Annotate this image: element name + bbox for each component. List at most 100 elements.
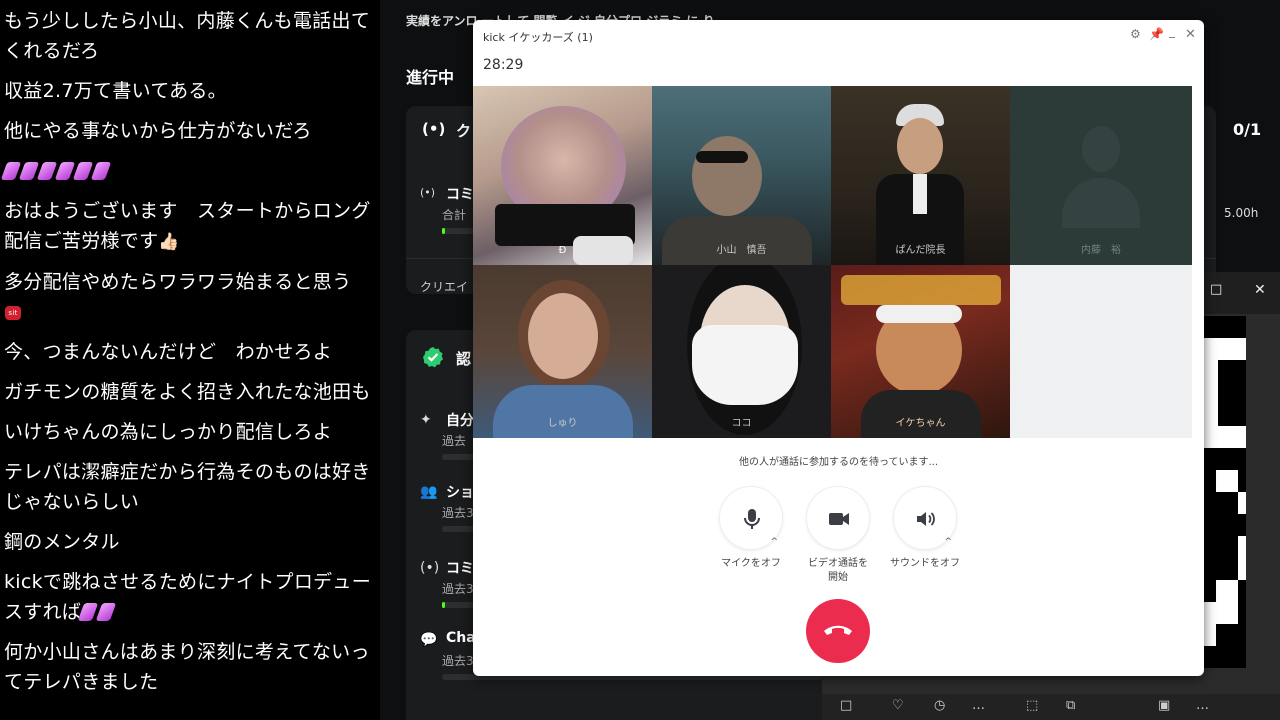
call-window-title: kick イケッカーズ (1) (483, 31, 593, 44)
participant-tile[interactable]: ぱんだ院長 (831, 86, 1010, 265)
close-icon[interactable]: ✕ (1185, 27, 1196, 42)
participant-grid: Ð 小山 慎吾 ぱんだ院長 内藤 裕 しゅり ココ イケちゃん (473, 86, 1192, 438)
card1-row-label: コミ (446, 187, 474, 203)
chat-message-text: 多分配信やめたらワラワラ始まると思う (4, 271, 352, 293)
mic-options-caret[interactable]: ^ (770, 537, 778, 547)
achievement-row-icon: 💬 (420, 632, 438, 648)
maximize-icon[interactable]: □ (1210, 282, 1222, 297)
chat-message-text: 何か小山さんはあまり深刻に考えてないってテレパきました (4, 641, 370, 693)
qr-window-toolbar: □ ♡ ◷ … ⬚ ⧉ ▣ … (822, 694, 1280, 720)
chat-message-text: ガチモンの糖質をよく招き入れたな池田も (4, 381, 371, 403)
participant-name: ぱんだ院長 (895, 245, 946, 256)
close-icon[interactable]: ✕ (1254, 282, 1266, 298)
emote-icon (90, 162, 112, 180)
chat-message-text: もう少ししたら小山、内藤くんも電話出てくれるだろ (4, 10, 371, 62)
achievement-row-icon: (•) (420, 560, 440, 576)
chat-message: 収益2.7万て書いてある。 (4, 76, 374, 106)
thumbs-up-icon: 👍🏻 (158, 232, 180, 252)
chat-message-text: テレパは潔癖症だから行為そのものは好きじゃないらしい (4, 461, 371, 513)
sound-options-caret[interactable]: ^ (944, 537, 952, 547)
waiting-message: 他の人が通話に参加するのを待っています... (738, 457, 939, 468)
chat-message (0, 156, 374, 186)
achievement-row-icon: ✦ (420, 412, 432, 428)
pin-icon[interactable]: 📌 (1149, 27, 1164, 41)
chat-message: 今、つまんないんだけど わかせろよ (4, 337, 374, 367)
participant-avatar (528, 293, 598, 379)
participant-avatar (692, 136, 762, 216)
achievement-row-label: コミ (446, 561, 474, 577)
group-call-window: kick イケッカーズ (1) ⚙ 📌 _ ✕ 28:29 Ð 小山 慎吾 ぱん… (473, 20, 1204, 676)
chat-message: いけちゃんの為にしっかり配信しろよ (4, 417, 374, 447)
participant-tile[interactable]: しゅり (473, 265, 652, 438)
qr-toolbar-icon[interactable]: ⧉ (1066, 698, 1075, 713)
sound-toggle-label: サウンドをオフ (890, 558, 960, 569)
call-timer: 28:29 (483, 57, 524, 73)
emote-icon (72, 162, 94, 180)
chat-message: ガチモンの糖質をよく招き入れたな池田も (4, 377, 374, 407)
video-call-button[interactable] (806, 486, 870, 550)
broadcast-icon: (•) (420, 186, 436, 199)
participant-tile[interactable]: ココ (652, 265, 831, 438)
headband (876, 305, 962, 323)
emote-icon (54, 162, 76, 180)
video-camera-icon (829, 513, 849, 525)
chat-message-text: 収益2.7万て書いてある。 (4, 80, 227, 102)
live-icon: (•) (422, 120, 446, 138)
qr-toolbar-icon[interactable]: □ (840, 698, 852, 713)
chat-message-text: 鋼のメンタル (4, 531, 120, 553)
achievement-row-label: 自分 (446, 413, 474, 429)
participant-tile[interactable]: イケちゃん (831, 265, 1010, 438)
chat-message: 何か小山さんはあまり深刻に考えてないってテレパきました (4, 637, 374, 697)
qr-toolbar-icon[interactable]: … (972, 698, 985, 713)
emote-icon (36, 162, 58, 180)
chat-message: 多分配信やめたらワラワラ始まると思う sit (4, 267, 374, 327)
achievement-row-sub: 過去3 (442, 654, 474, 668)
chat-message: もう少ししたら小山、内藤くんも電話出てくれるだろ (4, 6, 374, 66)
chat-message: kickで跳ねさせるためにナイトプロデュースすれば (4, 567, 374, 627)
card1-title: ク (456, 122, 472, 140)
chat-message-text: おはようございます スタートからロング配信ご苦労様です (4, 200, 371, 252)
participant-name: Ð (558, 245, 567, 256)
achievement-row-sub: 過去 (442, 434, 467, 448)
chat-message-text: 他にやる事ないから仕方がないだろ (4, 120, 312, 142)
chat-message: 他にやる事ないから仕方がないだろ (4, 116, 374, 146)
microphone-icon (744, 509, 760, 529)
achievement-row-label: ショ (446, 485, 474, 501)
default-avatar-icon (1082, 126, 1120, 172)
participant-name: イケちゃん (895, 418, 946, 429)
mic-toggle-label: マイクをオフ (721, 558, 781, 569)
chat-message: おはようございます スタートからロング配信ご苦労様です👍🏻 (4, 196, 374, 257)
mask (692, 325, 798, 405)
video-call-label: ビデオ通話を 開始 (808, 558, 868, 583)
emote-icon (0, 162, 22, 180)
qr-toolbar-icon[interactable]: ◷ (934, 698, 945, 713)
card1-row-right: 5.00h (1224, 206, 1259, 220)
participant-tile[interactable]: Ð (473, 86, 652, 265)
qr-toolbar-icon[interactable]: … (1196, 698, 1209, 713)
qr-toolbar-icon[interactable]: ♡ (892, 698, 904, 713)
chat-message-text: いけちゃんの為にしっかり配信しろよ (4, 421, 333, 443)
participant-tile[interactable]: 内藤 裕 (1010, 86, 1192, 265)
qr-toolbar-icon[interactable]: ▣ (1158, 698, 1170, 713)
mic-toggle-button[interactable]: ^ (719, 486, 783, 550)
chat-message: 鋼のメンタル (4, 527, 374, 557)
sit-emote-icon: sit (5, 305, 21, 320)
chat-message-text: kickで跳ねさせるためにナイトプロデュースすれば (4, 571, 372, 623)
participant-name: しゅり (547, 418, 578, 429)
settings-icon[interactable]: ⚙ (1130, 27, 1141, 41)
hang-up-button[interactable] (806, 599, 870, 663)
card1-footer[interactable]: クリエイ (420, 278, 468, 295)
card1-row-sub: 合計 (442, 208, 467, 222)
speaker-icon (917, 512, 935, 526)
desktop: もう少ししたら小山、内藤くんも電話出てくれるだろ収益2.7万て書いてある。他にや… (0, 0, 1280, 720)
achievement-row-icon: 👥 (420, 484, 438, 500)
participant-name: ココ (731, 418, 752, 429)
participant-tile[interactable]: 小山 慎吾 (652, 86, 831, 265)
minimize-icon[interactable]: _ (1169, 24, 1175, 38)
in-progress-heading: 進行中 (406, 68, 455, 87)
qr-toolbar-icon[interactable]: ⬚ (1026, 698, 1038, 713)
sound-toggle-button[interactable]: ^ (893, 486, 957, 550)
chat-message-text: 今、つまんないんだけど わかせろよ (4, 341, 333, 363)
participant-name: 小山 慎吾 (716, 245, 767, 256)
emote-icon (18, 162, 40, 180)
